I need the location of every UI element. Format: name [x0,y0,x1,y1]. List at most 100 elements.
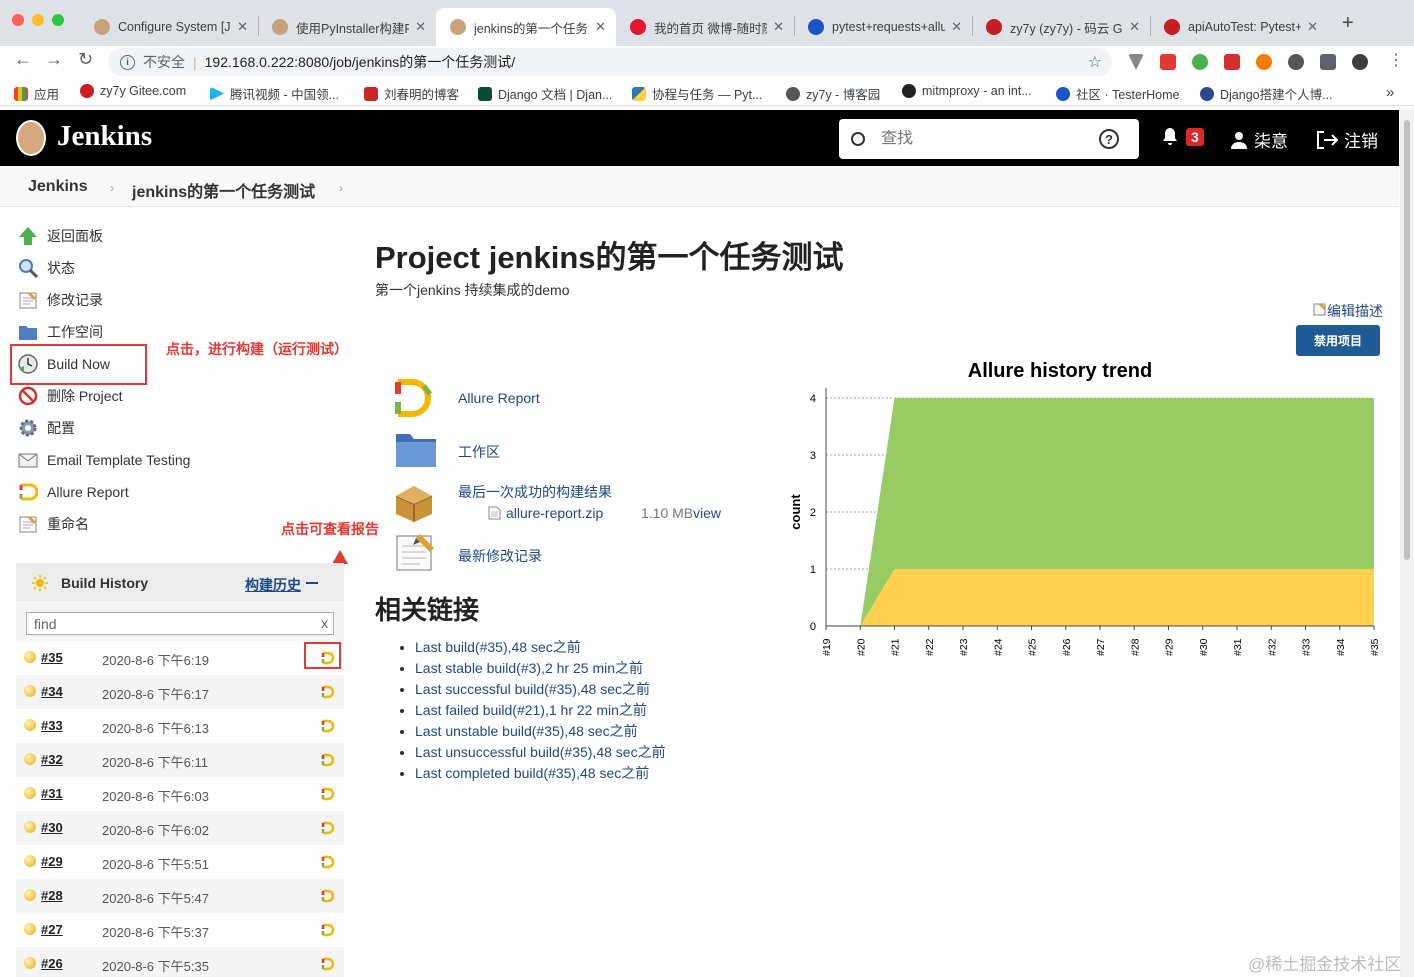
bookmark-item[interactable]: Django 文档 | Djan... [478,84,612,103]
sidebar-item-allure-report[interactable]: Allure Report [18,482,129,502]
address-bar[interactable]: i 不安全 | 192.168.0.222:8080/job/jenkins的第… [108,48,1112,76]
browser-tab[interactable]: 使用PyInstaller构建Python…✕ [258,8,436,46]
sidebar-item-back-to-dashboard[interactable]: 返回面板 [18,226,103,246]
close-tab-icon[interactable]: ✕ [595,19,606,35]
build-number-link[interactable]: #33 [41,718,63,733]
build-history-find-input[interactable]: find x [26,612,334,635]
more-vertical-icon[interactable]: ⋮ [1388,50,1404,70]
allure-report-icon[interactable] [321,889,335,903]
close-window-button[interactable] [12,14,24,26]
close-tab-icon[interactable]: ✕ [415,19,426,35]
recent-changes-link[interactable]: 最新修改记录 [458,546,542,566]
last-build-link[interactable]: Last build(#35),48 sec之前 [415,639,581,655]
breadcrumb-root[interactable]: Jenkins [28,178,88,196]
jenkins-brand[interactable]: Jenkins [57,120,152,153]
bookmarks-more[interactable]: » [1386,84,1394,101]
user-menu[interactable]: 柒意 [1230,127,1288,152]
last-successful-build-link[interactable]: Last successful build(#35),48 sec之前 [415,681,650,697]
bookmark-item[interactable]: 社区 · TesterHome [1056,84,1180,103]
minimize-window-button[interactable] [32,14,44,26]
sidebar-item-workspace[interactable]: 工作空间 [18,322,103,342]
sidebar-item-status[interactable]: 状态 [18,258,75,278]
last-unstable-build-link[interactable]: Last unstable build(#35),48 sec之前 [415,723,638,739]
changes-notepad-icon[interactable] [394,532,438,572]
collapse-minus-icon[interactable] [306,582,318,584]
bookmark-item[interactable]: 刘春明的博客 [364,84,459,103]
browser-tab[interactable]: apiAutoTest: Pytest+…✕ [1150,8,1328,46]
bell-icon[interactable] [1162,128,1178,146]
allure-report-icon[interactable] [321,719,335,733]
browser-tab[interactable]: Configure System [Jenkins]✕ [80,8,258,46]
bookmark-item[interactable]: 腾讯视频 - 中国领... [210,84,339,103]
close-tab-icon[interactable]: ✕ [1129,19,1140,35]
allure-report-icon[interactable] [321,685,335,699]
bookmark-item[interactable]: mitmproxy - an int... [902,84,1032,98]
browser-tab-active[interactable]: jenkins的第一个任务测试✕ [436,8,616,46]
sidebar-item-email-template-testing[interactable]: Email Template Testing [18,450,190,470]
clear-find-icon[interactable]: x [321,615,328,631]
allure-report-logo-icon[interactable] [392,378,436,418]
notification-badge[interactable]: 3 [1186,128,1204,146]
sidebar-item-delete-project[interactable]: 删除 Project [18,386,122,406]
build-history-trend-link[interactable]: 构建历史 [245,575,301,595]
new-tab-icon[interactable]: + [1342,12,1354,35]
build-number-link[interactable]: #34 [41,684,63,699]
bookmark-star-icon[interactable]: ☆ [1088,52,1102,72]
help-icon[interactable]: ? [1099,129,1119,149]
allure-report-icon[interactable] [321,957,335,971]
scrollbar-thumb[interactable] [1404,120,1410,560]
workspace-folder-icon[interactable] [394,430,438,470]
build-number-link[interactable]: #32 [41,752,63,767]
bookmark-item[interactable]: zy7y Gitee.com [80,84,186,98]
last-successful-artifacts-link[interactable]: 最后一次成功的构建结果 [458,482,612,502]
vue-devtools-extension-icon[interactable] [1128,54,1144,70]
profile-avatar-icon[interactable] [1352,54,1368,70]
browser-tab[interactable]: 我的首页 微博-随时随地发现新鲜事✕ [616,8,794,46]
build-number-link[interactable]: #27 [41,922,63,937]
site-info-icon[interactable]: i [120,54,135,70]
package-box-icon[interactable] [392,482,436,522]
workspace-link[interactable]: 工作区 [458,442,500,462]
page-scrollbar[interactable] [1400,110,1414,977]
search-input[interactable] [881,130,1091,148]
browser-tab[interactable]: pytest+requests+allure…✕ [794,8,972,46]
sidebar-item-configure[interactable]: 配置 [18,418,75,438]
extension-icon[interactable] [1224,54,1240,70]
build-number-link[interactable]: #28 [41,888,63,903]
last-stable-build-link[interactable]: Last stable build(#3),2 hr 25 min之前 [415,660,643,676]
last-completed-build-link[interactable]: Last completed build(#35),48 sec之前 [415,765,649,781]
last-failed-build-link[interactable]: Last failed build(#21),1 hr 22 min之前 [415,702,647,718]
allure-report-icon[interactable] [321,787,335,801]
sidebar-item-changes[interactable]: 修改记录 [18,290,103,310]
build-number-link[interactable]: #26 [41,956,63,971]
url-text[interactable]: 192.168.0.222:8080/job/jenkins的第一个任务测试/ [205,52,516,72]
bookmark-item[interactable]: 协程与任务 — Pyt... [632,84,762,103]
allure-report-icon[interactable] [321,821,335,835]
close-tab-icon[interactable]: ✕ [237,19,248,35]
build-number-link[interactable]: #35 [41,650,63,665]
allure-history-trend-chart[interactable]: Allure history trend count 0 1 2 3 4 #19 #20 #21 #… [780,350,1390,670]
edit-description-link[interactable]: 编辑描述 [1313,301,1383,321]
extension-icon[interactable] [1160,54,1176,70]
logout-link[interactable]: 注销 [1316,127,1378,152]
search-box[interactable]: ? [839,119,1139,159]
allure-report-icon[interactable] [321,923,335,937]
forward-arrow-icon[interactable]: → [45,49,63,70]
jenkins-logo-icon[interactable] [16,120,46,156]
allure-report-icon[interactable] [321,753,335,767]
browser-tab[interactable]: zy7y (zy7y) - 码云 Gitee.com✕ [972,8,1150,46]
extension-icon[interactable] [1288,54,1304,70]
build-number-link[interactable]: #30 [41,820,63,835]
bookmark-item[interactable]: Django搭建个人博... [1200,84,1333,103]
close-tab-icon[interactable]: ✕ [773,19,784,35]
breadcrumb-chevron-icon[interactable]: › [339,181,343,195]
bookmark-apps[interactable]: 应用 [14,84,59,103]
allure-report-link[interactable]: Allure Report [458,390,540,406]
build-number-link[interactable]: #31 [41,786,63,801]
maximize-window-button[interactable] [52,14,64,26]
puzzle-extensions-icon[interactable] [1320,54,1336,70]
weibo-extension-icon[interactable] [1256,54,1272,70]
artifact-view-link[interactable]: view [693,505,721,521]
bookmark-item[interactable]: zy7y - 博客园 [786,84,880,103]
sidebar-item-rename[interactable]: 重命名 [18,514,89,534]
